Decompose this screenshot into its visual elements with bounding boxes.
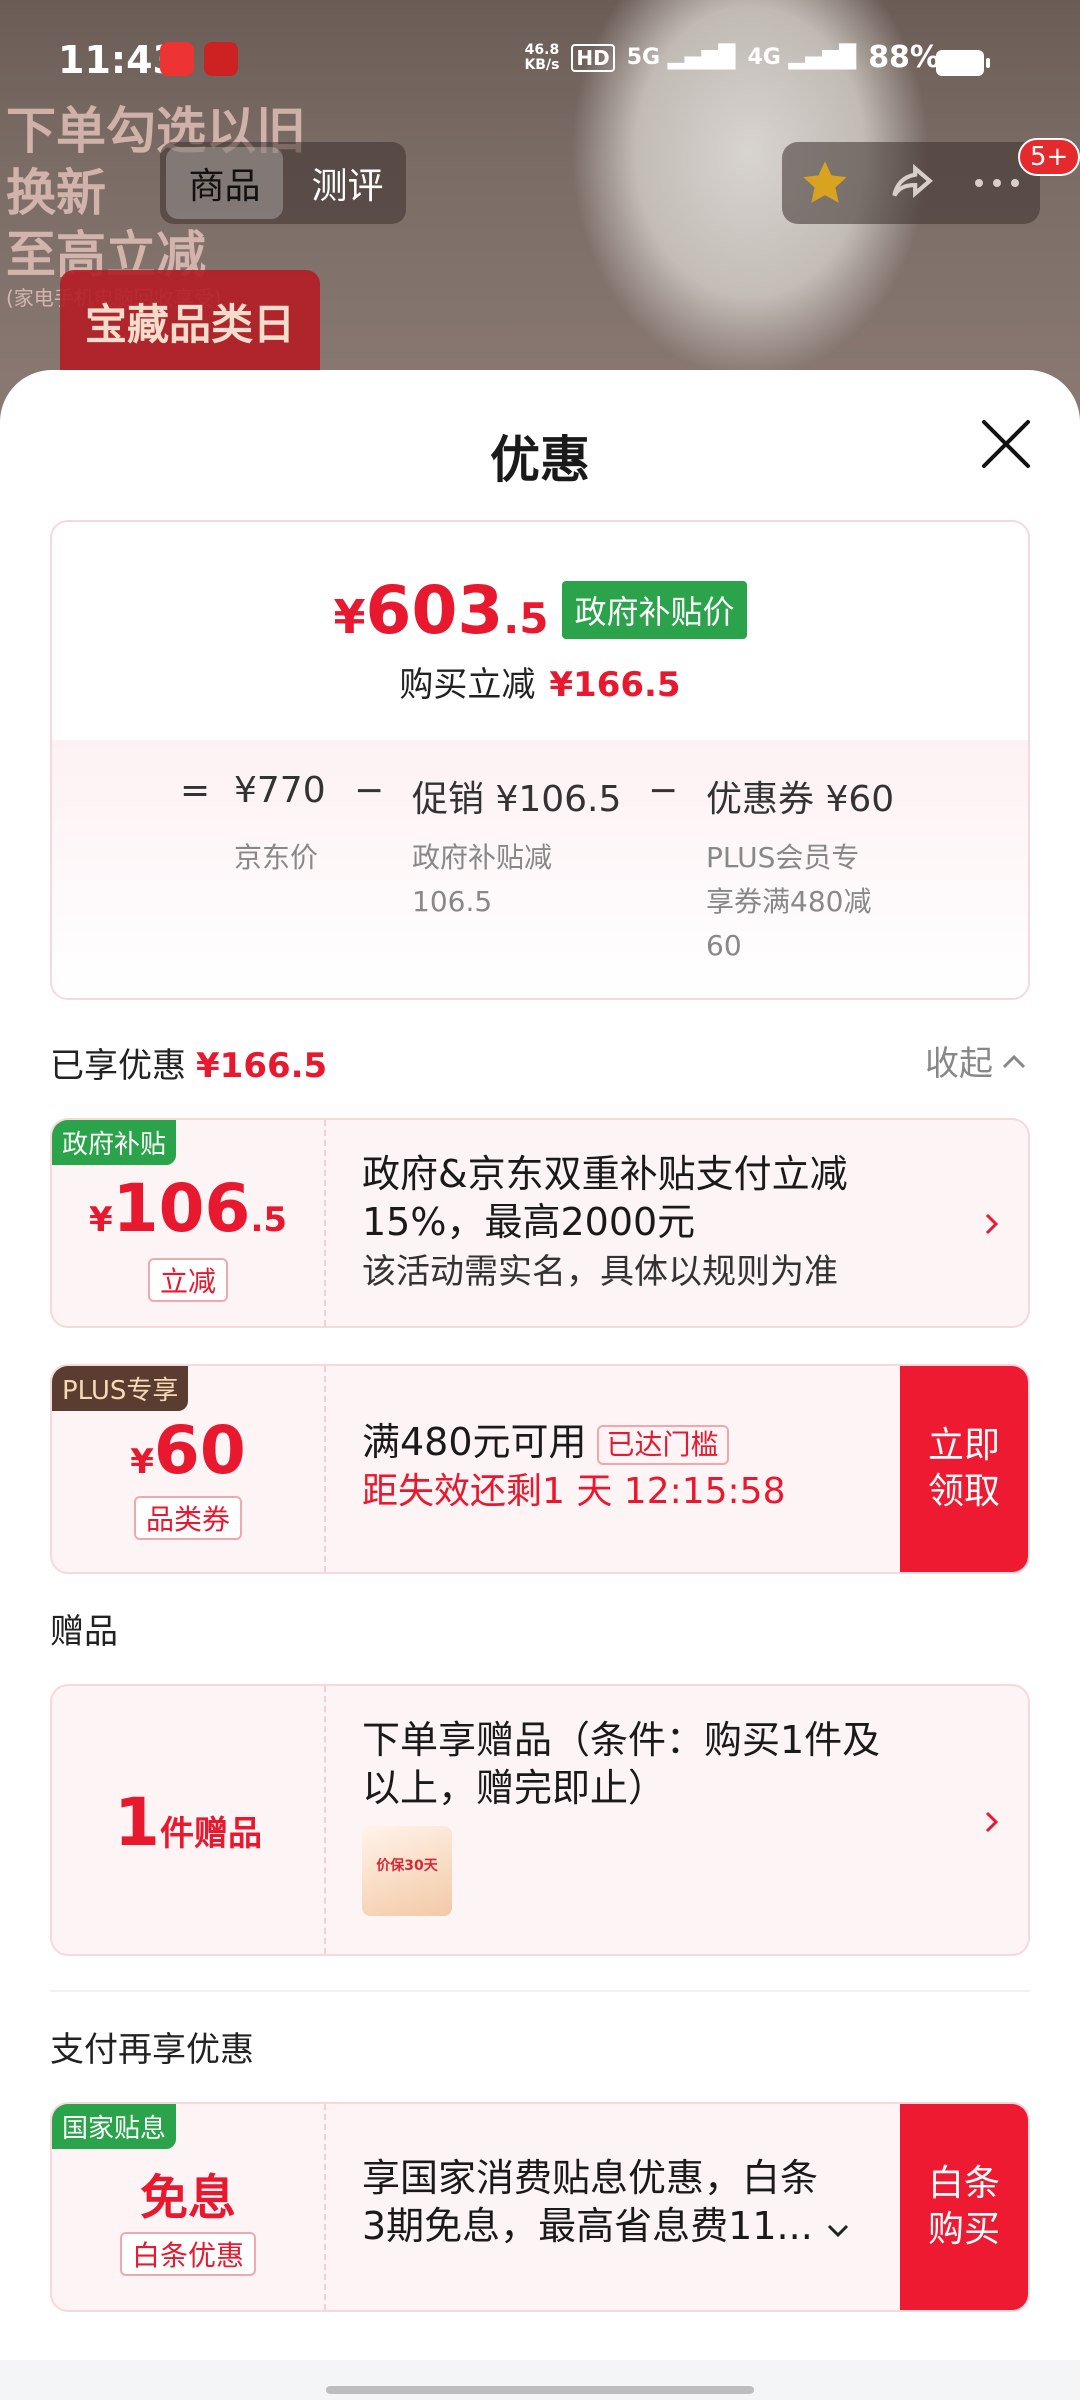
coupon-amount: 优惠券 ¥60 <box>706 779 895 820</box>
chevron-right-icon <box>985 1811 999 1833</box>
promo-desc: 政府补贴减 106.5 <box>412 841 553 918</box>
offer-tag: 国家贴息 <box>52 2104 177 2149</box>
coupon-condition: 满480元可用 已达门槛 <box>362 1418 729 1466</box>
nav-actions <box>782 142 1040 224</box>
jd-price: ¥770 <box>234 770 326 811</box>
coupon-value-area: PLUS专享 ¥60 品类券 <box>52 1366 326 1572</box>
coupon-type-pill: 立减 <box>147 1258 229 1302</box>
pay-discount-label: 支付再享优惠 <box>50 2030 254 2070</box>
coupon-amount: ¥60 <box>130 1412 246 1489</box>
baitiao-buy-button[interactable]: 白条 购买 <box>900 2104 1028 2310</box>
purchase-discount: 购买立减 ¥166.5 <box>399 665 681 705</box>
gifts-label: 赠品 <box>50 1612 118 1652</box>
enjoyed-discount-label: 已享优惠 ¥166.5 <box>50 1046 328 1086</box>
chevron-down-icon <box>827 2224 848 2238</box>
minus-sign: − <box>648 770 679 811</box>
notification-icons <box>160 42 238 76</box>
favorite-button[interactable] <box>795 153 855 213</box>
coupon-type-pill: 品类券 <box>133 1496 243 1540</box>
baitiao-offer-card: 国家贴息 免息 白条优惠 享国家消费贴息优惠，白条 3期免息，最高省息费11...… <box>50 2102 1030 2312</box>
claim-coupon-button[interactable]: 立即 领取 <box>900 1366 1028 1572</box>
final-price: ¥603.5 <box>333 572 549 649</box>
bank-notification-icon <box>204 42 238 76</box>
coupon-note: 该活动需实名，具体以规则为准 <box>362 1252 838 1292</box>
price-breakdown: = ¥770 − 促销 ¥106.5 − 优惠券 ¥60 京东价 政府补贴减 10… <box>52 740 1028 998</box>
more-icon <box>975 179 1019 187</box>
star-icon <box>803 161 847 203</box>
coupon-tag: 政府补贴 <box>52 1120 177 1165</box>
close-icon <box>982 420 1030 468</box>
gift-condition: 下单享赠品（条件：购买1件及 以上，赠完即止） <box>362 1718 881 1810</box>
discount-sheet: 优惠 ¥603.5 政府补贴价 购买立减 ¥166.5 = ¥770 − 促销 ¥… <box>0 370 1080 2400</box>
equals-sign: = <box>180 770 211 811</box>
status-indicators: 46.8 KB/s HD 5G ▂▄▆█ 4G ▂▄▆█ 88% <box>524 40 940 75</box>
coupon-countdown: 距失效还剩1 天 12:15:58 <box>362 1471 786 1512</box>
home-indicator[interactable] <box>326 2386 754 2394</box>
gov-subsidy-price-tag: 政府补贴价 <box>562 581 747 639</box>
section-divider <box>50 1990 1030 1992</box>
coupon-desc: PLUS会员专 享券满480减 60 <box>706 841 872 962</box>
gift-thumbnail[interactable]: 价保30天 <box>362 1826 452 1916</box>
gov-subsidy-coupon[interactable]: 政府补贴 ¥106.5 立减 政府&京东双重补贴支付立减 15%，最高2000元 … <box>50 1118 1030 1328</box>
gift-count-area: 1件赠品 <box>52 1686 326 1954</box>
threshold-reached-badge: 已达门槛 <box>596 1424 729 1465</box>
sheet-title: 优惠 <box>490 431 590 489</box>
net-speed: 46.8 KB/s <box>524 41 560 73</box>
chevron-right-icon <box>985 1213 999 1235</box>
offer-value-area: 国家贴息 免息 白条优惠 <box>52 2104 326 2310</box>
coupon-amount: ¥106.5 <box>88 1170 288 1247</box>
battery-percent: 88% <box>868 40 940 75</box>
final-price-row: ¥603.5 政府补贴价 <box>52 572 1028 649</box>
tab-review[interactable]: 测评 <box>289 157 406 209</box>
coupon-title: 政府&京东双重补贴支付立减 15%，最高2000元 <box>362 1152 848 1244</box>
tab-product[interactable]: 商品 <box>166 147 283 219</box>
chevron-up-icon <box>1002 1054 1026 1068</box>
share-icon <box>892 163 933 198</box>
minus-sign: − <box>354 770 385 811</box>
message-count-badge: 5+ <box>1018 138 1080 176</box>
treasure-badge: 宝藏品类日 <box>60 270 320 380</box>
share-button[interactable] <box>881 153 941 213</box>
offer-desc[interactable]: 享国家消费贴息优惠，白条 3期免息，最高省息费11... <box>362 2154 851 2250</box>
price-summary-card: ¥603.5 政府补贴价 购买立减 ¥166.5 = ¥770 − 促销 ¥106… <box>50 520 1030 1000</box>
app-notification-icon <box>160 42 194 76</box>
gift-count: 1件赠品 <box>114 1784 262 1861</box>
collapse-button[interactable]: 收起 <box>925 1036 1027 1085</box>
product-tabs: 商品 测评 <box>160 142 406 224</box>
signal-4g-icon: 4G ▂▄▆█ <box>747 45 857 70</box>
close-button[interactable] <box>978 416 1034 472</box>
coupon-value-area: 政府补贴 ¥106.5 立减 <box>52 1120 326 1326</box>
signal-5g-icon: 5G ▂▄▆█ <box>626 45 736 70</box>
interest-free-label: 免息 <box>139 2170 236 2226</box>
price-top: ¥603.5 政府补贴价 购买立减 ¥166.5 <box>52 522 1028 740</box>
collapse-label: 收起 <box>925 1044 993 1084</box>
status-bar: 11:43 46.8 KB/s HD 5G ▂▄▆█ 4G ▂▄▆█ 88% <box>0 0 1080 120</box>
bottom-band <box>0 2360 1080 2400</box>
promo-amount: 促销 ¥106.5 <box>412 779 622 820</box>
battery-icon <box>936 50 990 76</box>
plus-coupon: PLUS专享 ¥60 品类券 满480元可用 已达门槛 距失效还剩1 天 12:1… <box>50 1364 1030 1574</box>
jd-price-desc: 京东价 <box>234 841 319 874</box>
hd-icon: HD <box>571 43 615 72</box>
gift-card[interactable]: 1件赠品 下单享赠品（条件：购买1件及 以上，赠完即止） 价保30天 <box>50 1684 1030 1956</box>
coupon-tag: PLUS专享 <box>52 1366 189 1411</box>
offer-type-pill: 白条优惠 <box>119 2232 257 2276</box>
